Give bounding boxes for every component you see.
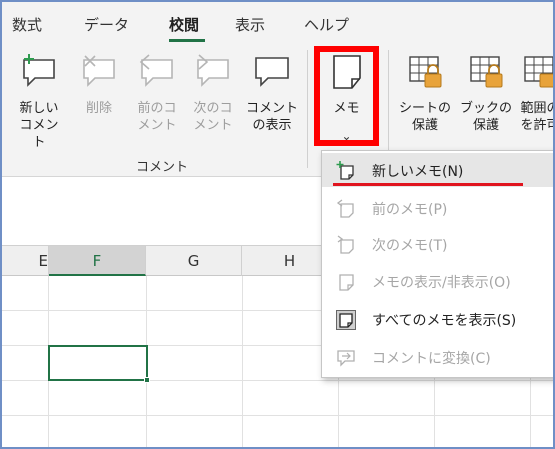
delete-comment-button[interactable]: 削除 [74, 52, 124, 117]
column-header-g[interactable]: G [146, 246, 242, 276]
tab-view[interactable]: 表示 [235, 14, 265, 35]
tab-formulas[interactable]: 数式 [12, 14, 42, 35]
protect-workbook-label: ブックの 保護 [459, 101, 512, 133]
protect-sheet-icon [409, 56, 442, 88]
menu-item-show-all-notes[interactable]: すべてのメモを表示(S) [322, 302, 553, 336]
tab-data[interactable]: データ [84, 14, 129, 35]
group-separator [307, 50, 308, 168]
previous-comment-icon [139, 54, 173, 87]
show-comments-icon [255, 57, 289, 87]
next-comment-icon [197, 54, 229, 87]
new-note-icon [336, 161, 354, 180]
show-comments-label: コメント の表示 [245, 101, 298, 133]
convert-to-comment-icon [337, 350, 355, 367]
allow-edit-ranges-button[interactable]: 範囲の を許可 [512, 52, 553, 134]
next-comment-button[interactable]: 次のコ メント [188, 52, 238, 134]
menu-item-previous-note[interactable]: 前のメモ(P) [322, 191, 553, 225]
excel-window: 数式 データ 校閲 表示 ヘルプ 新しい コメント 削除 前のコ メント 次のコ… [0, 0, 555, 449]
menu-item-show-hide-note[interactable]: メモの表示/非表示(O) [322, 264, 553, 298]
new-comment-icon [23, 54, 55, 87]
next-note-icon [337, 235, 354, 254]
allow-edit-ranges-label: 範囲の を許可 [520, 101, 553, 133]
tab-review[interactable]: 校閲 [169, 14, 199, 35]
menu-item-label: 前のメモ(P) [372, 202, 448, 218]
menu-item-label: コメントに変換(C) [372, 351, 491, 367]
menu-item-next-note[interactable]: 次のメモ(T) [322, 227, 553, 261]
protect-sheet-label: シートの 保護 [398, 101, 451, 133]
new-comment-label: 新しい コメント [19, 101, 59, 150]
protect-sheet-button[interactable]: シートの 保護 [394, 52, 456, 134]
delete-comment-icon [83, 55, 115, 87]
previous-comment-button[interactable]: 前のコ メント [132, 52, 182, 134]
allow-edit-ranges-icon [524, 56, 553, 88]
ribbon-tab-bar: 数式 データ 校閲 表示 ヘルプ [2, 2, 553, 42]
new-comment-button[interactable]: 新しい コメント [14, 52, 64, 151]
new-note-highlight-underline [333, 183, 523, 186]
show-comments-button[interactable]: コメント の表示 [244, 52, 300, 134]
column-header-f[interactable]: F [49, 246, 146, 276]
menu-item-label: すべてのメモを表示(S) [372, 313, 517, 329]
menu-item-label: 新しいメモ(N) [372, 164, 464, 180]
protect-workbook-button[interactable]: ブックの 保護 [458, 52, 514, 134]
tab-help[interactable]: ヘルプ [304, 14, 349, 35]
previous-note-icon [336, 199, 354, 218]
menu-item-new-note[interactable]: 新しいメモ(N) [322, 153, 553, 187]
notes-button-highlight-box [314, 46, 379, 146]
next-comment-label: 次のコ メント [193, 101, 233, 133]
column-header-e[interactable]: E [2, 246, 49, 276]
menu-item-convert-to-comment[interactable]: コメントに変換(C) [322, 340, 553, 374]
delete-comment-label: 削除 [85, 101, 112, 116]
menu-item-label: メモの表示/非表示(O) [372, 275, 511, 291]
show-hide-note-icon [339, 274, 354, 291]
protect-workbook-icon [470, 56, 503, 88]
show-all-notes-icon [336, 310, 356, 330]
active-cell[interactable] [48, 345, 150, 383]
comments-group-label: コメント [135, 160, 188, 175]
menu-item-label: 次のメモ(T) [372, 238, 448, 254]
fill-handle[interactable] [144, 377, 150, 383]
previous-comment-label: 前のコ メント [137, 101, 177, 133]
